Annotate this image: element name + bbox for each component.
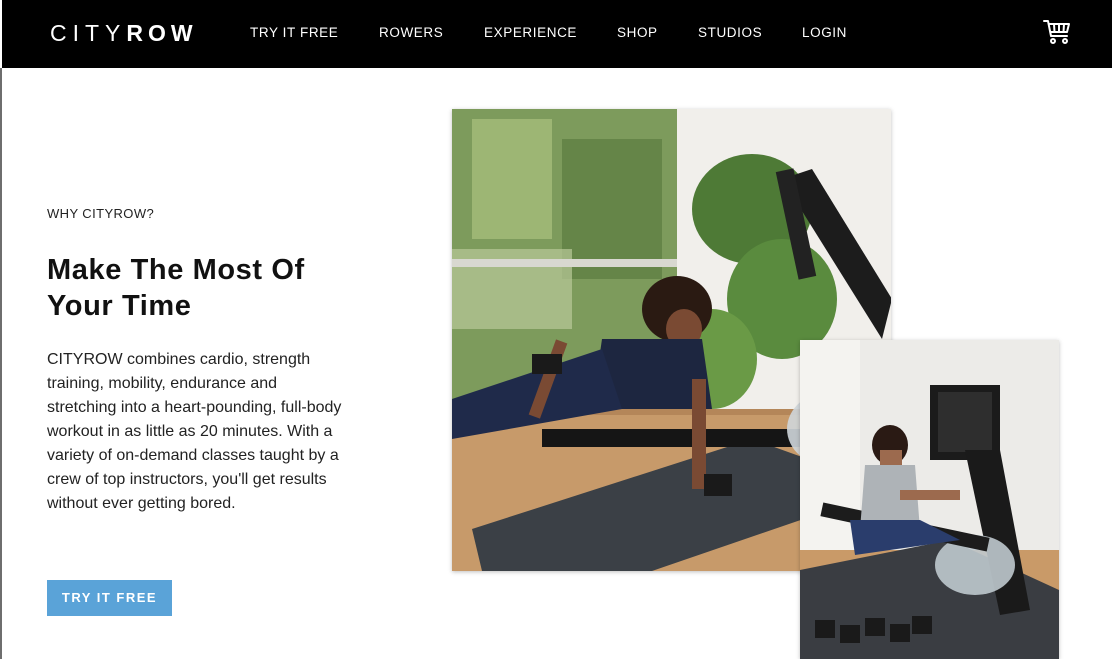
try-it-free-button[interactable]: TRY IT FREE (47, 580, 172, 616)
nav-item-rowers[interactable]: ROWERS (379, 24, 443, 42)
nav-item-studios[interactable]: STUDIOS (698, 24, 762, 42)
nav-item-experience[interactable]: EXPERIENCE (484, 24, 577, 42)
top-navigation-bar: CITYROW TRY IT FREE ROWERS EXPERIENCE SH… (2, 0, 1112, 68)
logo-bold-part: ROW (126, 20, 198, 46)
left-edge-divider (0, 68, 2, 659)
man-rowing-machine-photo (800, 340, 1059, 659)
nav-item-try-it-free[interactable]: TRY IT FREE (250, 24, 338, 42)
logo-light-part: CITY (50, 20, 127, 46)
cityrow-logo[interactable]: CITYROW (50, 18, 198, 48)
section-eyebrow: WHY CITYROW? (47, 206, 155, 221)
hero-body-text: CITYROW combines cardio, strength traini… (47, 351, 342, 512)
nav-item-login[interactable]: LOGIN (802, 24, 847, 42)
shopping-cart-icon[interactable] (1042, 16, 1072, 46)
nav-item-shop[interactable]: SHOP (617, 24, 658, 42)
hero-headline: Make The Most Of Your Time (47, 254, 305, 322)
